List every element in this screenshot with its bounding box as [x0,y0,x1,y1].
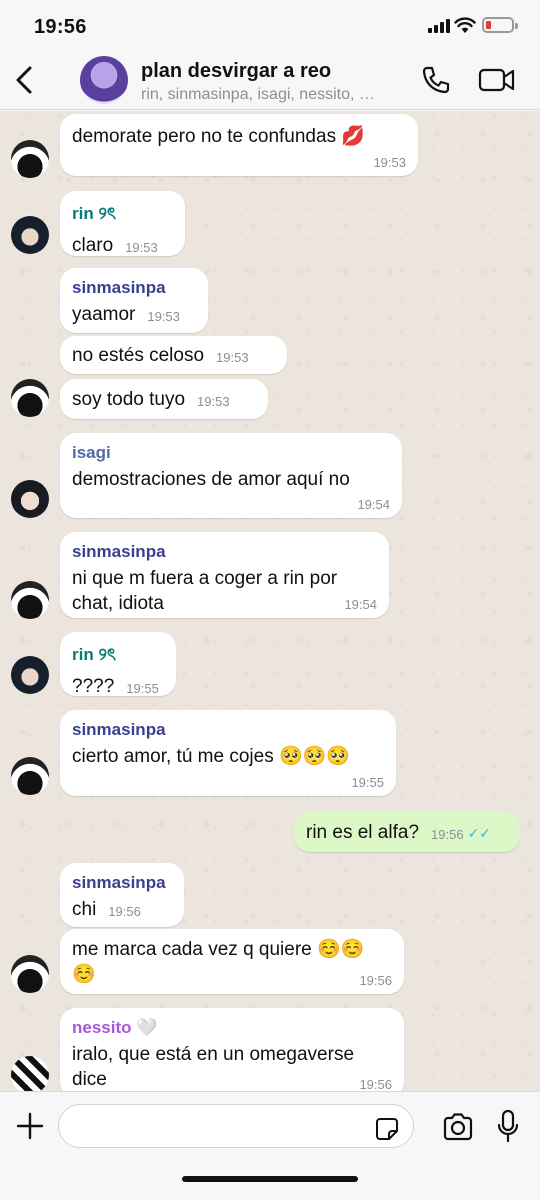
message-bubble[interactable]: sinmasinpa cierto amor, tú me cojes 🥺🥺🥺 … [60,710,396,796]
sender-avatar[interactable] [11,757,49,795]
plus-icon[interactable] [14,1110,46,1147]
message-text: demorate pero no te confundas 💋 [72,126,366,147]
message-bubble[interactable]: me marca cada vez q quiere ☺️☺️ ☺️ 19:56 [60,929,404,994]
sender-name[interactable]: rin ୨ৎ [72,642,164,670]
microphone-icon[interactable] [496,1109,520,1150]
message-bubble[interactable]: nessito 🤍 iralo, que está en un omegaver… [60,1008,404,1091]
message-text: demostraciones de amor aquí no [72,469,350,490]
message-text: chat, idiota [72,593,164,614]
sender-name[interactable]: rin ୨ৎ [72,201,173,229]
message-bubble[interactable]: rin ୨ৎ claro 19:53 [60,191,185,256]
sender-avatar[interactable] [11,140,49,178]
sender-name[interactable]: sinmasinpa [72,278,196,298]
message-text: ???? [72,676,115,697]
battery-icon [482,17,518,33]
message-time: 19:55 [126,681,159,696]
sender-name[interactable]: sinmasinpa [72,720,384,740]
message-time: 19:56 [431,827,464,842]
message-bubble[interactable]: sinmasinpa ni que m fuera a coger a rin … [60,532,389,618]
message-text: soy todo tuyo [72,389,186,410]
sticker-icon[interactable] [374,1116,400,1147]
sender-name[interactable]: sinmasinpa [72,873,172,893]
message-time: 19:54 [357,497,390,512]
sender-avatar[interactable] [11,1056,49,1091]
message-text: claro [72,235,114,256]
message-composer [0,1091,540,1200]
back-button[interactable] [10,62,40,98]
message-text: dice [72,1069,107,1090]
camera-icon[interactable] [442,1112,474,1147]
sender-avatar[interactable] [11,216,49,254]
status-bar: 19:56 [0,0,540,52]
wifi-icon [454,16,476,39]
message-time: 19:56 [359,1077,392,1091]
sender-avatar[interactable] [11,379,49,417]
outgoing-message-bubble[interactable]: rin es el alfa? 19:56 ✓✓ [294,812,520,852]
message-time: 19:53 [147,309,180,324]
message-time: 19:53 [373,155,406,170]
message-list[interactable]: demorate pero no te confundas 💋 19:53 ri… [0,111,540,1091]
message-input[interactable] [58,1104,414,1148]
chat-header: plan desvirgar a reo rin, sinmasinpa, is… [0,52,540,110]
sender-name[interactable]: nessito 🤍 [72,1018,392,1038]
message-bubble[interactable]: isagi demostraciones de amor aquí no 19:… [60,433,402,518]
video-call-icon[interactable] [478,66,516,99]
message-text: chi [72,899,97,920]
message-text: ☺️ [72,964,96,985]
message-bubble[interactable]: rin ୨ৎ ???? 19:55 [60,632,176,697]
group-avatar[interactable] [80,56,128,104]
message-bubble[interactable]: no estés celoso 19:53 [60,336,287,374]
sender-avatar[interactable] [11,480,49,518]
message-text: no estés celoso [72,345,205,366]
message-time: 19:54 [344,597,377,612]
message-time: 19:53 [216,350,249,365]
read-receipt-icon: ✓✓ [467,825,492,841]
cellular-signal-icon [428,19,450,33]
message-text: ni que m fuera a coger a rin por [72,568,338,589]
message-bubble[interactable]: sinmasinpa yaamor 19:53 [60,268,208,333]
sender-avatar[interactable] [11,955,49,993]
message-text: yaamor [72,304,136,325]
sender-name[interactable]: sinmasinpa [72,542,377,562]
sender-avatar[interactable] [11,581,49,619]
message-text: rin es el alfa? [306,822,420,843]
message-time: 19:55 [351,775,384,790]
message-bubble[interactable]: demorate pero no te confundas 💋 19:53 [60,114,418,176]
status-time: 19:56 [34,16,87,38]
message-text: cierto amor, tú me cojes 🥺🥺🥺 [72,746,350,767]
message-bubble[interactable]: soy todo tuyo 19:53 [60,379,268,419]
message-time: 19:53 [197,394,230,409]
sender-name[interactable]: isagi [72,443,390,463]
group-members[interactable]: rin, sinmasinpa, isagi, nessito, … [141,86,411,104]
group-title[interactable]: plan desvirgar a reo [141,60,331,83]
message-text: iralo, que está en un omegaverse [72,1044,355,1065]
sender-avatar[interactable] [11,656,49,694]
message-text: me marca cada vez q quiere ☺️☺️ [72,939,365,960]
home-indicator[interactable] [182,1176,358,1182]
message-time: 19:56 [108,904,141,919]
message-time: 19:53 [125,240,158,255]
message-time: 19:56 [359,973,392,988]
phone-call-icon[interactable] [420,64,452,101]
message-bubble[interactable]: sinmasinpa chi 19:56 [60,863,184,927]
